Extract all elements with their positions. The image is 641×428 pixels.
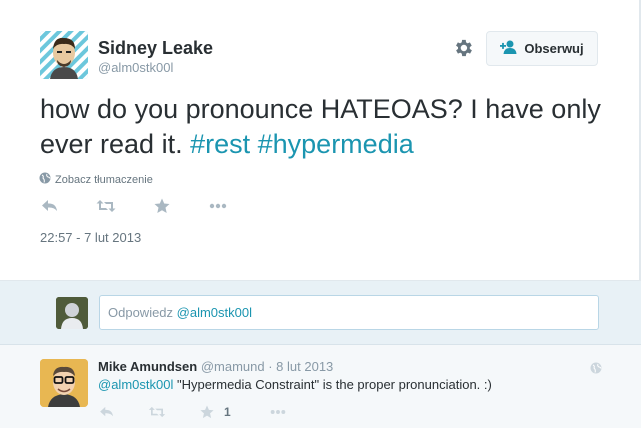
tweet-timestamp[interactable]: 22:57 - 7 lut 2013 [40,230,141,245]
tweet-card: Sidney Leake @alm0stk00l Obserwuj how do… [0,0,640,280]
retweet-icon[interactable] [96,196,116,216]
favorite-icon[interactable] [152,196,172,216]
reply-favorite-icon[interactable] [198,403,216,421]
gear-icon[interactable] [452,37,474,59]
reply-retweet-icon[interactable] [148,403,166,421]
reply-favorite-count: 1 [224,405,231,419]
reply-author-name[interactable]: Mike Amundsen [98,359,197,374]
current-user-avatar [56,297,88,329]
tweet-text: how do you pronounce HATEOAS? I have onl… [40,92,620,162]
reply-mention: @alm0stk00l [176,305,252,320]
reply-date[interactable]: 8 lut 2013 [276,359,333,374]
reply-reply-icon[interactable] [98,403,116,421]
reply-separator: · [264,359,277,374]
reply-globe-icon[interactable] [590,361,602,374]
more-icon[interactable] [208,196,228,216]
reply-input[interactable]: Odpowiedz @alm0stk00l [99,295,599,330]
hashtag-rest[interactable]: #rest [190,129,250,159]
follow-label: Obserwuj [524,41,584,56]
author-handle[interactable]: @alm0stk00l [98,60,173,75]
reply-author-avatar[interactable] [40,359,88,407]
reply-icon[interactable] [40,196,60,216]
reply-text: @alm0stk00l "Hypermedia Constraint" is t… [98,377,492,392]
globe-icon [39,172,51,187]
follow-person-icon [500,40,518,57]
hashtag-hypermedia[interactable]: #hypermedia [258,129,414,159]
reply-text-mention[interactable]: @alm0stk00l [98,377,173,392]
reply-more-icon[interactable] [269,403,287,421]
author-name[interactable]: Sidney Leake [98,38,213,59]
reply-text-body: "Hypermedia Constraint" is the proper pr… [173,377,492,392]
tweet-actions [40,196,264,216]
reply-prefix: Odpowiedz [108,305,177,320]
reply-actions: 1 [98,403,287,421]
reply-header: Mike Amundsen @mamund · 8 lut 2013 [98,359,333,374]
reply-author-handle[interactable]: @mamund [201,359,265,374]
follow-button[interactable]: Obserwuj [486,31,598,66]
author-avatar[interactable] [40,31,88,79]
translate-label: Zobacz tłumaczenie [55,173,153,186]
translate-link[interactable]: Zobacz tłumaczenie [39,172,153,187]
